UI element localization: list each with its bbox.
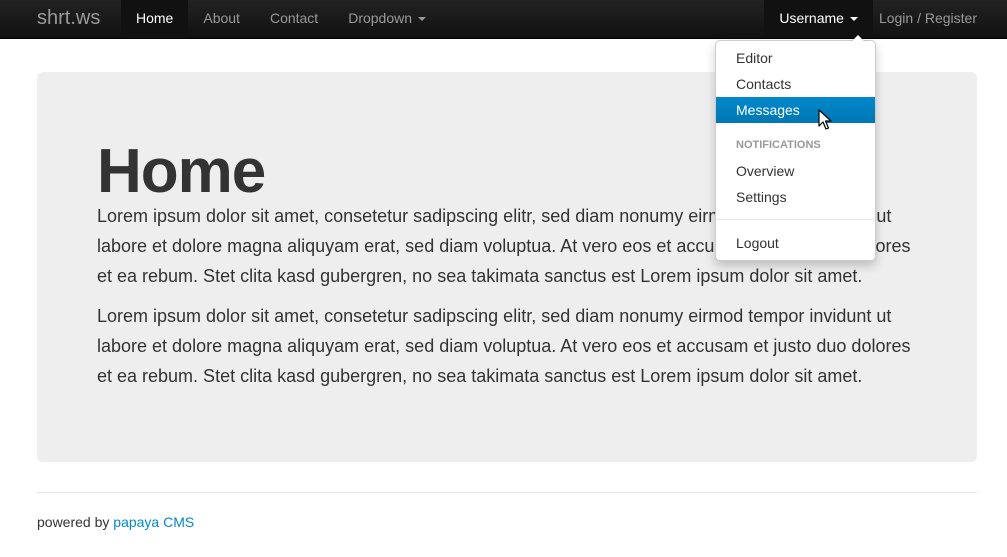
nav-contact[interactable]: Contact: [255, 0, 333, 36]
nav-dropdown-label: Dropdown: [348, 10, 413, 26]
main-nav: Home About Contact Dropdown: [121, 0, 441, 36]
user-nav: Username Login / Register: [764, 0, 991, 36]
nav-username[interactable]: Username: [764, 0, 873, 36]
footer-text: powered by: [37, 514, 110, 530]
hero-paragraph: Lorem ipsum dolor sit amet, consetetur s…: [97, 306, 911, 386]
brand-link[interactable]: shrt.ws: [37, 0, 100, 36]
nav-dropdown[interactable]: Dropdown: [333, 0, 441, 36]
footer-divider: [37, 492, 977, 493]
nav-username-label: Username: [779, 10, 844, 26]
menu-item-overview[interactable]: Overview: [716, 158, 875, 184]
nav-about[interactable]: About: [188, 0, 255, 36]
menu-item-messages[interactable]: Messages: [716, 97, 875, 123]
footer: powered by papaya CMS: [37, 514, 194, 530]
nav-login-register[interactable]: Login / Register: [873, 0, 991, 36]
nav-home[interactable]: Home: [121, 0, 189, 36]
user-dropdown-menu: Editor Contacts Messages NOTIFICATIONS O…: [715, 34, 876, 261]
menu-header-notifications: NOTIFICATIONS: [736, 139, 821, 151]
menu-divider: [717, 219, 874, 220]
menu-item-logout[interactable]: Logout: [716, 230, 875, 256]
menu-item-settings[interactable]: Settings: [716, 184, 875, 210]
menu-item-contacts[interactable]: Contacts: [716, 71, 875, 97]
caret-down-icon: [418, 17, 427, 21]
caret-down-icon: [849, 17, 858, 21]
mouse-pointer-icon: [818, 109, 832, 130]
footer-link[interactable]: papaya CMS: [113, 514, 194, 530]
menu-item-editor[interactable]: Editor: [716, 45, 875, 71]
page-title: Home: [97, 137, 266, 206]
